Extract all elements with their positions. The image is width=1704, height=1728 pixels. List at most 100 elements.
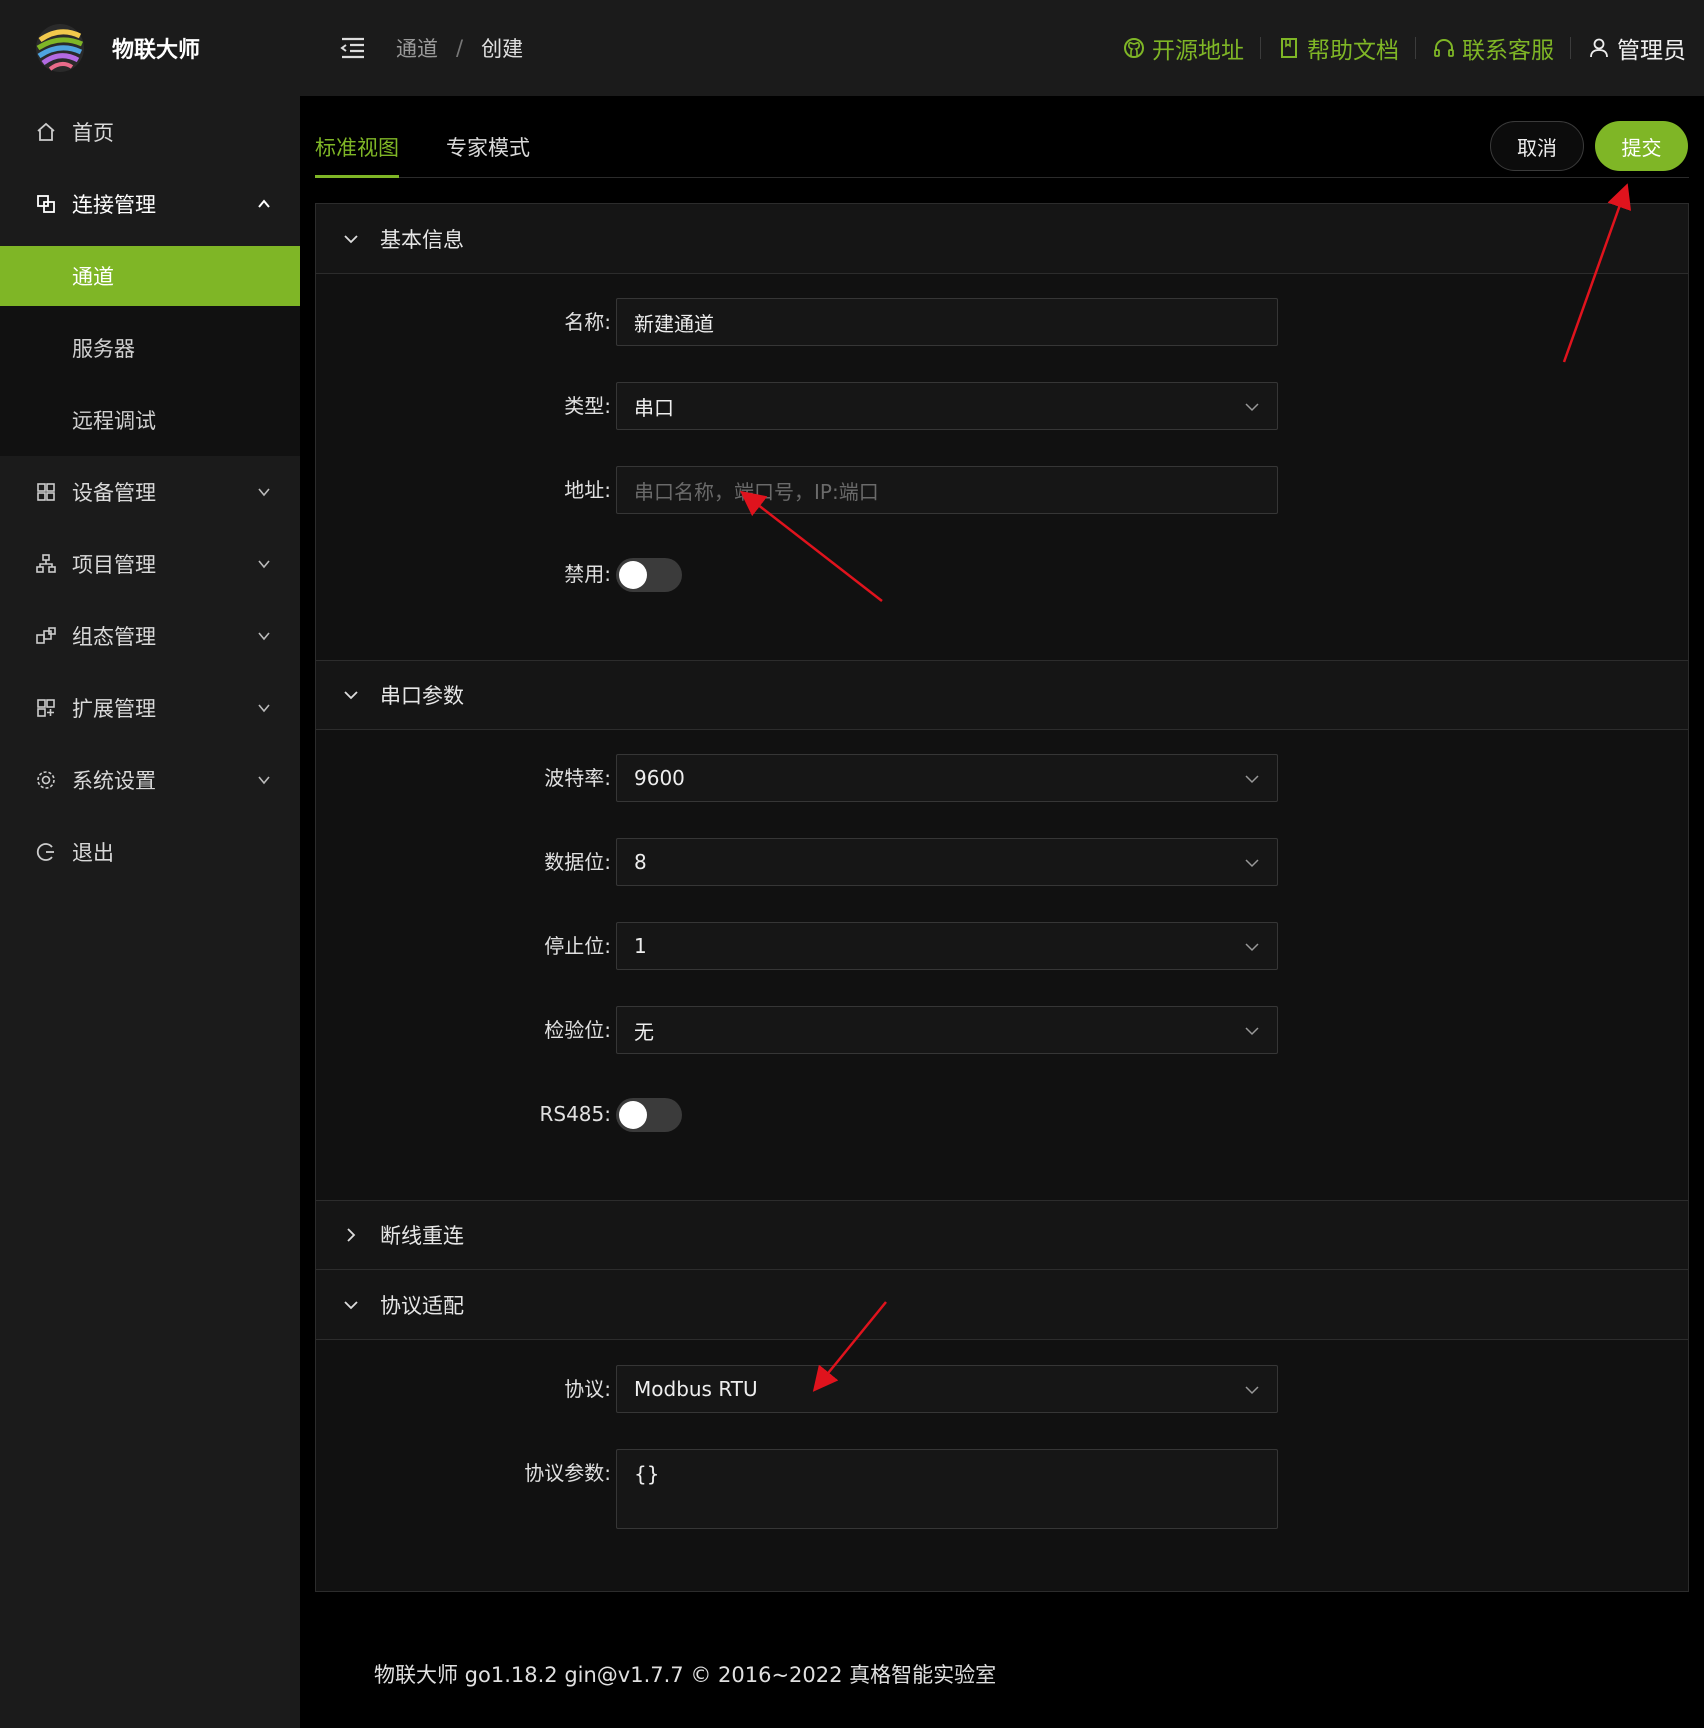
parity-select[interactable]: 无 [616, 1006, 1278, 1054]
chevron-down-icon [258, 488, 270, 497]
select-value: 串口 [634, 395, 674, 420]
sidebar-item-label: 系统设置 [72, 769, 156, 793]
user-icon [1590, 38, 1608, 58]
form-row-databits: 数据位: 8 [316, 838, 1688, 886]
sidebar-subitem-remote-debug[interactable]: 远程调试 [0, 384, 300, 456]
field-label: 类型: [564, 394, 611, 418]
sidebar-item-label: 退出 [72, 841, 114, 865]
form-row-baud: 波特率: 9600 [316, 754, 1688, 802]
sidebar-item-home[interactable]: 首页 [0, 96, 300, 168]
type-select[interactable]: 串口 [616, 382, 1278, 430]
form-panel: 基本信息 名称: 新建通道 类型: 串口 地址: 串口名称，端口号，IP:端口 … [315, 203, 1689, 1592]
field-label: 名称: [564, 310, 611, 334]
chevron-down-icon [258, 560, 270, 569]
logo-icon [36, 24, 84, 72]
sidebar-item-projects[interactable]: 项目管理 [0, 528, 300, 600]
form-row-stopbits: 停止位: 1 [316, 922, 1688, 970]
name-input[interactable]: 新建通道 [616, 298, 1278, 346]
section-title: 协议适配 [380, 1293, 464, 1318]
divider [1570, 37, 1571, 59]
field-label: 协议: [564, 1377, 611, 1401]
field-label: 检验位: [544, 1018, 611, 1042]
sidebar-item-label: 首页 [72, 121, 114, 145]
home-icon [34, 120, 58, 144]
user-menu[interactable]: 管理员 [1587, 31, 1686, 65]
sidebar-item-devices[interactable]: 设备管理 [0, 456, 300, 528]
sidebar-item-connections[interactable]: 连接管理 [0, 168, 300, 240]
section-title: 基本信息 [380, 227, 464, 252]
chevron-down-icon [1245, 1386, 1259, 1395]
submit-button[interactable]: 提交 [1595, 121, 1688, 171]
view-tabs: 标准视图 专家模式 [315, 120, 1689, 178]
field-label: 数据位: [544, 850, 611, 874]
disabled-toggle[interactable] [616, 558, 682, 592]
chevron-down-icon [1245, 1027, 1259, 1036]
divider [1260, 37, 1261, 59]
form-row-disabled: 禁用: [316, 550, 1688, 598]
sidebar-item-scada[interactable]: 组态管理 [0, 600, 300, 672]
data-bits-select[interactable]: 8 [616, 838, 1278, 886]
field-label: 协议参数: [524, 1461, 611, 1485]
stop-bits-select[interactable]: 1 [616, 922, 1278, 970]
chevron-right-icon [347, 1228, 356, 1242]
sidebar-item-label: 设备管理 [72, 481, 156, 505]
form-row-type: 类型: 串口 [316, 382, 1688, 430]
baud-rate-select[interactable]: 9600 [616, 754, 1278, 802]
support-link[interactable]: 联系客服 [1432, 31, 1554, 65]
field-label: 波特率: [544, 766, 611, 790]
toggle-knob [619, 561, 647, 589]
sidebar-item-label: 项目管理 [72, 553, 156, 577]
chevron-down-icon [1245, 775, 1259, 784]
form-row-address: 地址: 串口名称，端口号，IP:端口 [316, 466, 1688, 514]
sidebar-item-logout[interactable]: 退出 [0, 816, 300, 888]
sidebar-subitem-channel[interactable]: 通道 [0, 246, 300, 306]
select-value: 1 [634, 934, 647, 958]
user-name: 管理员 [1617, 38, 1686, 64]
chevron-down-icon [258, 632, 270, 641]
section-serial-header[interactable]: 串口参数 [316, 660, 1688, 730]
menu-fold-icon[interactable] [336, 32, 368, 64]
form-row-parity: 检验位: 无 [316, 1006, 1688, 1054]
sidebar-item-label: 组态管理 [72, 625, 156, 649]
chevron-down-icon [1245, 859, 1259, 868]
sidebar-item-settings[interactable]: 系统设置 [0, 744, 300, 816]
logo: 物联大师 [0, 0, 300, 96]
section-protocol-header[interactable]: 协议适配 [316, 1270, 1688, 1340]
sidebar: 物联大师 首页 连接管理 通道 服务器 远程调试 设备管理 项目管理 组态管理 … [0, 0, 300, 1728]
chevron-down-icon [344, 234, 358, 243]
chevron-down-icon [258, 776, 270, 785]
protocol-params-textarea[interactable]: {} [616, 1449, 1278, 1529]
protocol-select[interactable]: Modbus RTU [616, 1365, 1278, 1413]
docs-link[interactable]: 帮助文档 [1277, 31, 1399, 65]
sidebar-subitem-server[interactable]: 服务器 [0, 312, 300, 384]
app-name: 物联大师 [112, 38, 201, 63]
footer-text: 物联大师 go1.18.2 gin@v1.7.7 © 2016~2022 真格智… [374, 1663, 997, 1687]
gear-icon [34, 768, 58, 792]
sidebar-item-label: 扩展管理 [72, 697, 156, 721]
support-link-label: 联系客服 [1462, 38, 1554, 64]
section-reconnect-header[interactable]: 断线重连 [316, 1200, 1688, 1270]
chevron-down-icon [344, 1300, 358, 1309]
chevron-up-icon [258, 199, 270, 208]
tab-standard-view[interactable]: 标准视图 [315, 132, 399, 178]
field-label: RS485: [539, 1102, 611, 1126]
apps-icon [34, 696, 58, 720]
headset-icon [1434, 39, 1454, 57]
tab-expert-mode[interactable]: 专家模式 [446, 132, 530, 178]
breadcrumb: 通道 / 创建 [396, 33, 523, 63]
chevron-down-icon [258, 704, 270, 713]
address-input[interactable]: 串口名称，端口号，IP:端口 [616, 466, 1278, 514]
section-basic-header[interactable]: 基本信息 [316, 204, 1688, 274]
source-link[interactable]: 开源地址 [1122, 31, 1244, 65]
select-value: 无 [634, 1019, 654, 1044]
sidebar-item-extensions[interactable]: 扩展管理 [0, 672, 300, 744]
logout-icon [34, 840, 58, 864]
breadcrumb-item[interactable]: 通道 [396, 33, 438, 63]
breadcrumb-separator: / [456, 36, 464, 60]
chevron-down-icon [344, 691, 358, 700]
section-title: 断线重连 [380, 1224, 464, 1248]
toggle-knob [619, 1101, 647, 1129]
rs485-toggle[interactable] [616, 1098, 682, 1132]
source-link-label: 开源地址 [1152, 38, 1244, 64]
cancel-button[interactable]: 取消 [1490, 121, 1584, 171]
